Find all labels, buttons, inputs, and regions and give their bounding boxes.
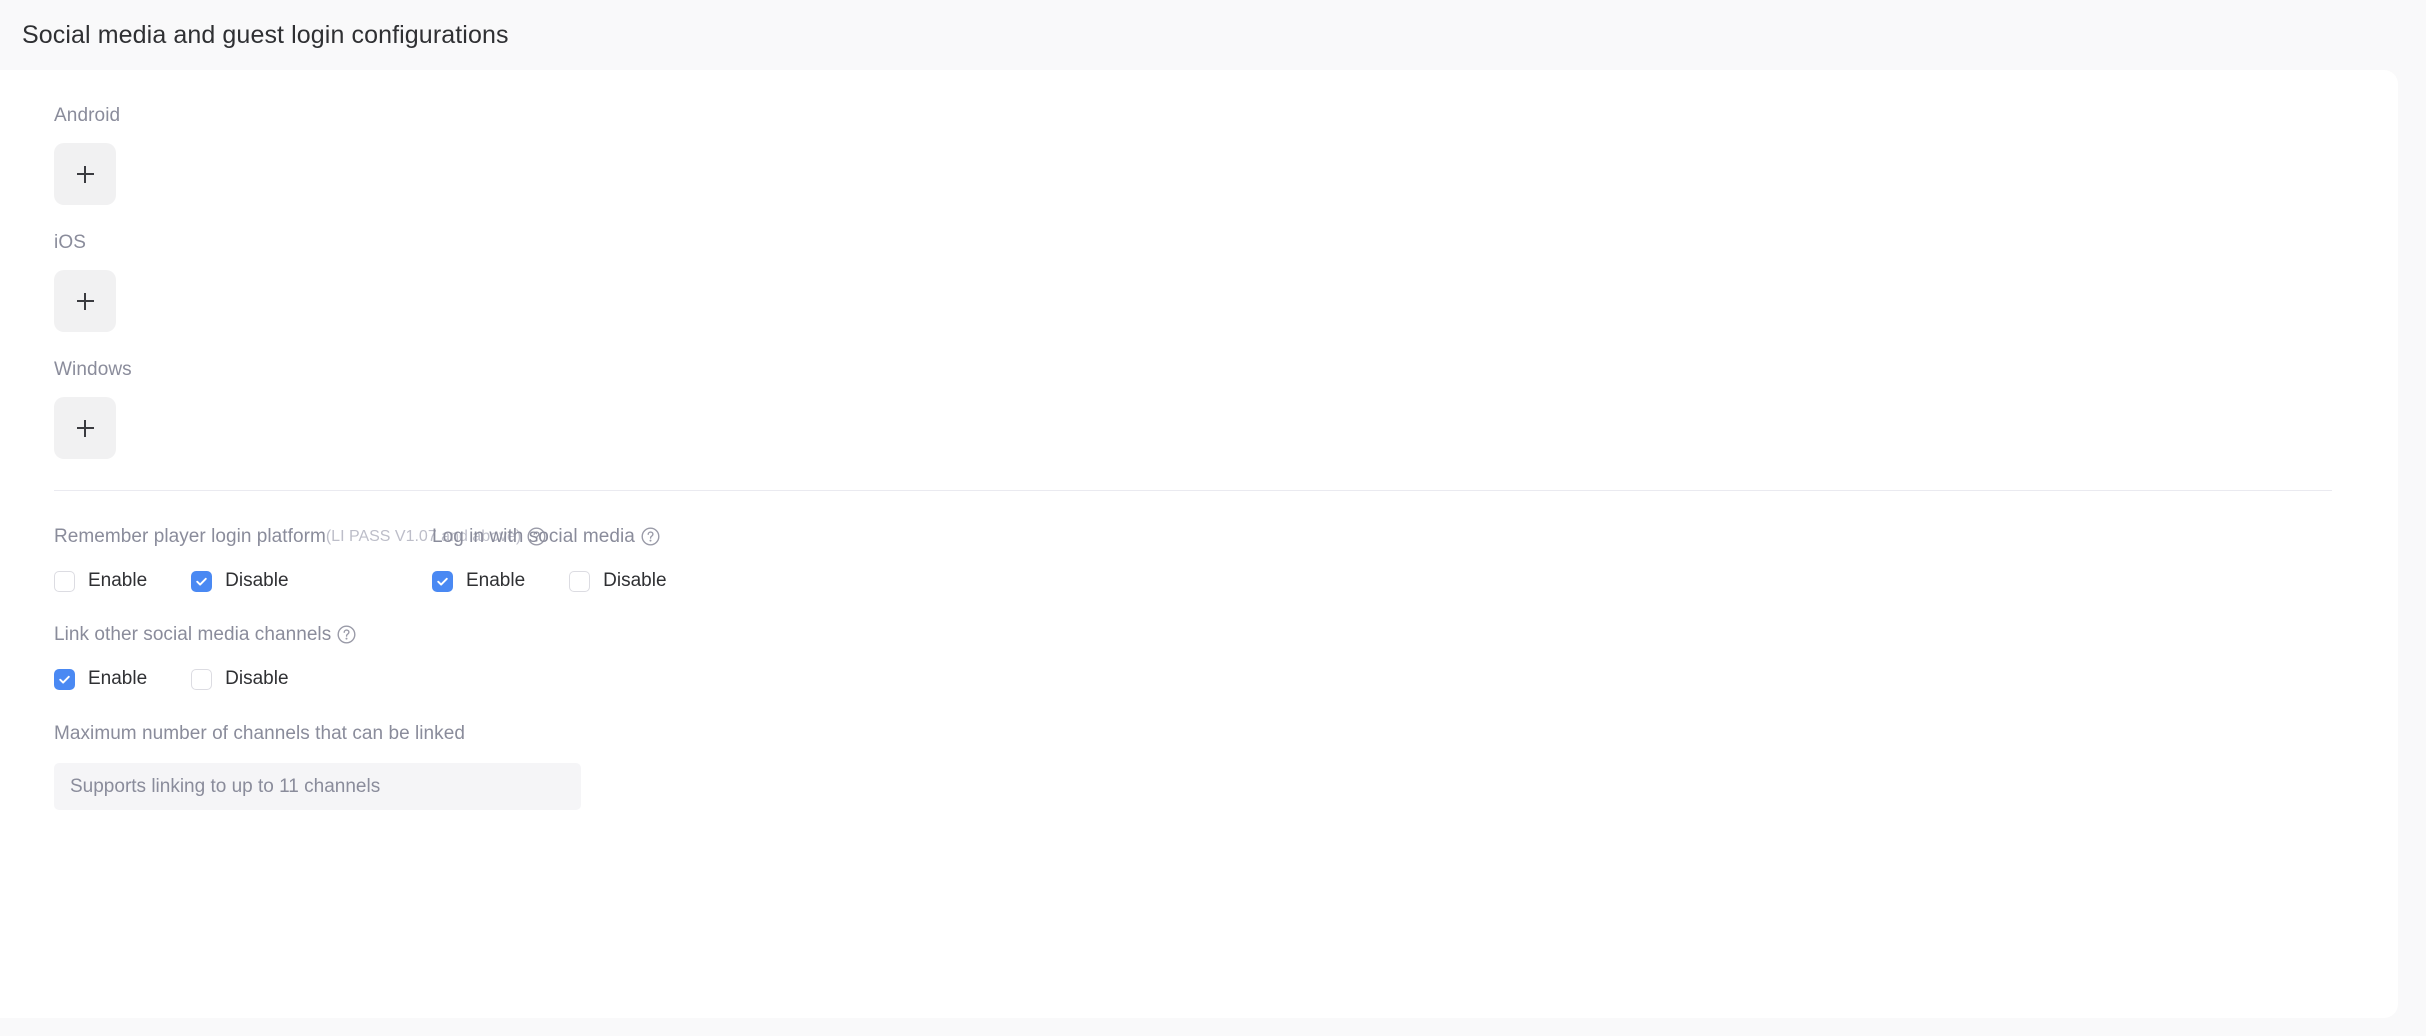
remember-login-disable-option[interactable]: Disable <box>191 570 289 592</box>
remember-login-enable-option[interactable]: Enable <box>54 570 147 592</box>
check-icon <box>59 675 70 684</box>
remember-login-enable-checkbox[interactable] <box>54 570 75 592</box>
platform-block-windows: Windows <box>54 359 2358 459</box>
settings-card: Android iOS Windows Remember player logi… <box>0 70 2398 1018</box>
platform-label-ios: iOS <box>54 232 86 253</box>
platform-block-android: Android <box>54 105 2358 205</box>
card-content: Android iOS Windows Remember player logi… <box>0 70 2398 810</box>
remember-login-disable-checkbox[interactable] <box>191 570 213 592</box>
option-group-link-channels: Link other social media channels Enable … <box>54 625 432 690</box>
max-channels-label: Maximum number of channels that can be l… <box>54 723 465 744</box>
question-circle-icon[interactable] <box>337 625 356 644</box>
add-android-config-button[interactable] <box>54 143 116 205</box>
remember-login-enable-label: Enable <box>88 570 148 591</box>
max-channels-field-block: Maximum number of channels that can be l… <box>54 723 2358 810</box>
link-channels-checkbox-row: Enable Disable <box>54 668 432 690</box>
max-channels-input[interactable] <box>54 763 581 810</box>
social-login-disable-option[interactable]: Disable <box>569 570 667 592</box>
plus-icon <box>76 292 94 310</box>
social-login-enable-option[interactable]: Enable <box>432 570 525 592</box>
add-ios-config-button[interactable] <box>54 270 116 332</box>
link-channels-enable-checkbox[interactable] <box>54 668 75 690</box>
link-channels-label: Link other social media channels <box>54 625 432 644</box>
options-row-2: Link other social media channels Enable … <box>54 625 2358 690</box>
remember-login-label: Remember player login platform (LI PASS V… <box>54 526 546 547</box>
remember-login-checkbox-row: Enable Disable <box>54 570 432 592</box>
plus-icon <box>76 165 94 183</box>
options-row-1: Remember player login platform (LI PASS V… <box>54 527 2358 592</box>
platform-label-android: Android <box>54 105 121 126</box>
add-windows-config-button[interactable] <box>54 397 116 459</box>
options-section: Remember player login platform (LI PASS V… <box>54 491 2358 810</box>
social-login-enable-label: Enable <box>466 570 526 591</box>
page-title: Social media and guest login configurati… <box>22 20 509 49</box>
link-channels-disable-checkbox[interactable] <box>191 668 213 690</box>
social-login-label-text: Log in with social media <box>432 526 635 547</box>
social-login-label: Log in with social media <box>432 527 667 546</box>
platform-label-windows: Windows <box>54 359 132 380</box>
link-channels-label-text: Link other social media channels <box>54 624 332 645</box>
page-header: Social media and guest login configurati… <box>0 0 2426 70</box>
option-group-remember-login: Remember player login platform (LI PASS V… <box>54 526 546 592</box>
social-login-enable-checkbox[interactable] <box>432 570 453 592</box>
social-login-checkbox-row: Enable Disable <box>432 570 667 592</box>
question-circle-icon[interactable] <box>641 527 660 546</box>
link-channels-disable-option[interactable]: Disable <box>191 668 289 690</box>
social-login-disable-label: Disable <box>603 570 667 591</box>
link-channels-enable-label: Enable <box>88 668 148 689</box>
check-icon <box>196 577 207 586</box>
remember-login-disable-label: Disable <box>225 570 289 591</box>
option-group-social-login: Log in with social media Enable Disable <box>432 527 667 592</box>
platform-block-ios: iOS <box>54 232 2358 332</box>
social-login-disable-checkbox[interactable] <box>569 570 591 592</box>
plus-icon <box>76 419 94 437</box>
link-channels-enable-option[interactable]: Enable <box>54 668 147 690</box>
remember-login-label-text: Remember player login platform <box>54 526 326 547</box>
check-icon <box>437 577 448 586</box>
link-channels-disable-label: Disable <box>225 668 289 689</box>
